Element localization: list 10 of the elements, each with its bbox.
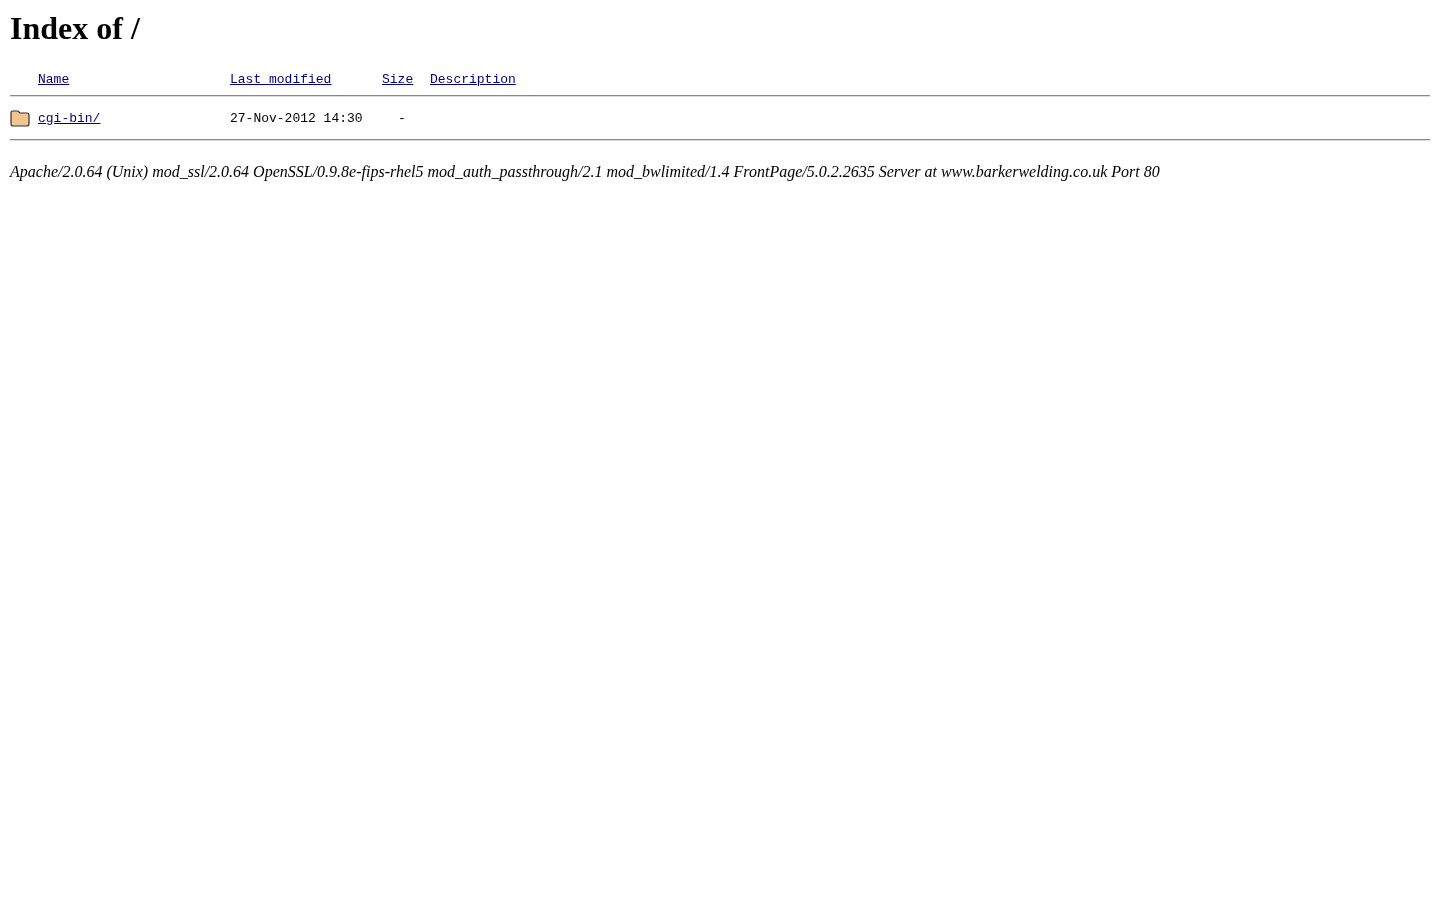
modified-date: 27-Nov-2012 14:30	[230, 110, 363, 126]
file-link[interactable]: cgi-bin/	[38, 110, 101, 126]
column-sort-link[interactable]: Size	[382, 71, 414, 87]
column-sort-link[interactable]: Name	[38, 71, 70, 87]
server-signature: Apache/2.0.64 (Unix) mod_ssl/2.0.64 OpenSSL/0.9.8e-fips-rhel5 mod_auth_passthrough/2.1 mod_bwlimited/1.4 FrontPage/5.0.2.2635 Server at www.barkerwelding.co.uk Port 80	[10, 163, 1161, 181]
column-sort-link[interactable]: Description	[430, 71, 516, 87]
column-sort-link[interactable]: Last modified	[230, 71, 332, 87]
file-size: -	[397, 110, 406, 126]
page-title: Index of /	[10, 10, 141, 47]
folder-icon	[10, 109, 30, 127]
